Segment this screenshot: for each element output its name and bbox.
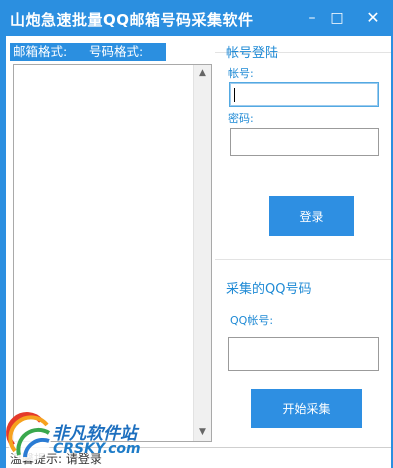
tab-number-format[interactable]: 号码格式: xyxy=(86,43,166,61)
login-button[interactable]: 登录 xyxy=(269,196,354,236)
password-label: 密码: xyxy=(228,112,254,125)
tab-email-format[interactable]: 邮箱格式: xyxy=(10,43,90,61)
text-caret xyxy=(234,88,235,102)
window-title: 山炮急速批量QQ邮箱号码采集软件 xyxy=(10,11,254,29)
status-text: 温馨提示: 请登录 xyxy=(10,452,102,466)
collect-divider xyxy=(215,259,391,260)
start-collect-button[interactable]: 开始采集 xyxy=(251,389,362,428)
account-input[interactable] xyxy=(229,82,379,107)
qq-account-input[interactable] xyxy=(228,337,379,371)
password-input[interactable] xyxy=(230,128,379,156)
results-listbox[interactable]: ▲ ▼ xyxy=(13,64,212,442)
minimize-button[interactable]: – xyxy=(298,6,326,30)
account-label: 帐号: xyxy=(228,67,254,80)
app-window: 山炮急速批量QQ邮箱号码采集软件 – □ ✕ 邮箱格式: 号码格式: ▲ ▼ 帐… xyxy=(0,0,393,468)
collect-section-title: 采集的QQ号码 xyxy=(226,282,312,297)
maximize-button[interactable]: □ xyxy=(323,6,351,30)
scroll-up-arrow-icon[interactable]: ▲ xyxy=(194,65,211,82)
login-section-title: 帐号登陆 xyxy=(226,46,279,61)
close-button[interactable]: ✕ xyxy=(359,6,387,30)
status-bar: 温馨提示: 请登录 xyxy=(6,447,391,468)
qq-account-label: QQ帐号: xyxy=(230,314,274,327)
title-bar[interactable]: 山炮急速批量QQ邮箱号码采集软件 – □ ✕ xyxy=(0,0,393,36)
vertical-scrollbar[interactable]: ▲ ▼ xyxy=(193,65,211,441)
scroll-down-arrow-icon[interactable]: ▼ xyxy=(194,424,211,441)
